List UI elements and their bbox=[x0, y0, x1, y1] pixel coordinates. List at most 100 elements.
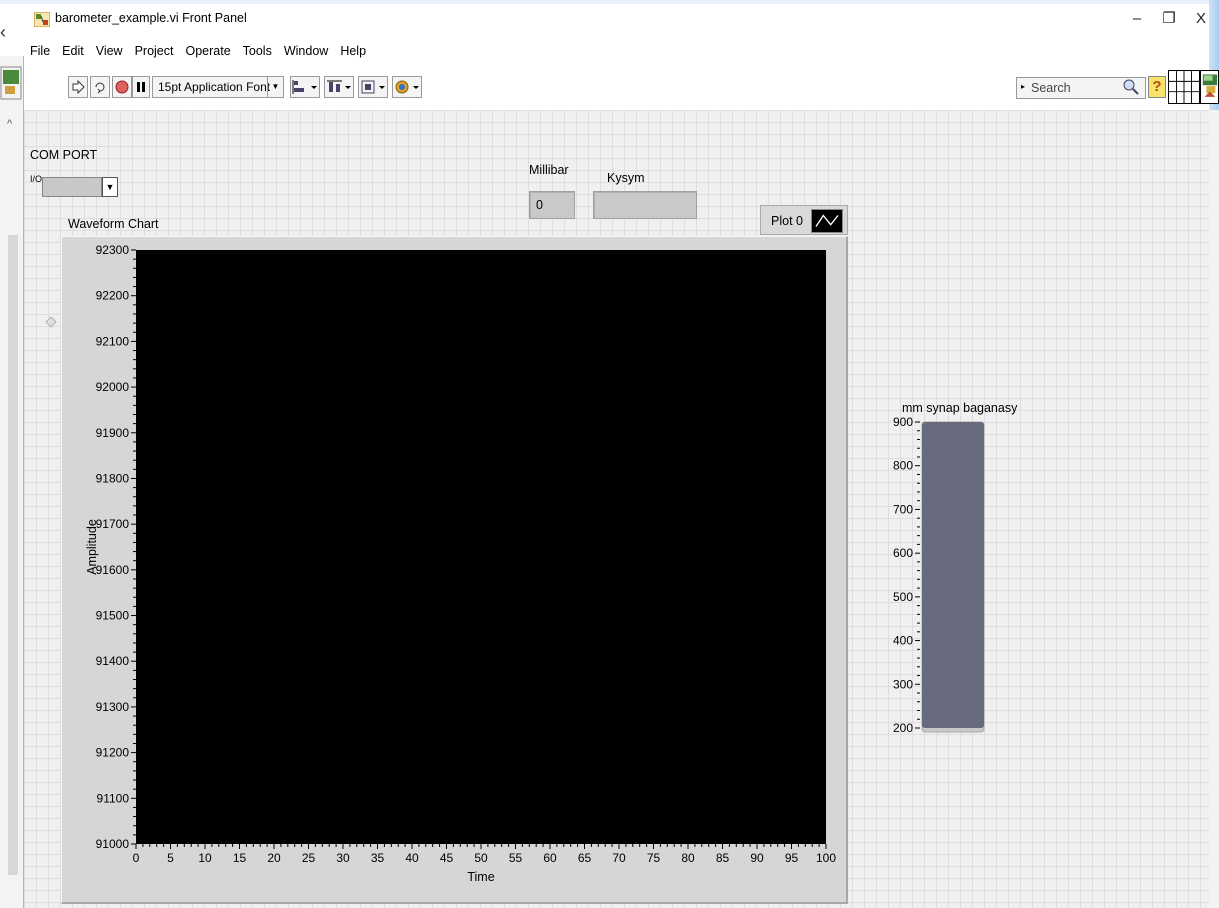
labview-app-icon bbox=[34, 12, 50, 27]
context-help-icon[interactable]: ? bbox=[1148, 76, 1166, 98]
tank-tick-label: 900 bbox=[893, 415, 913, 429]
pause-button[interactable] bbox=[132, 76, 150, 98]
chart-title: Waveform Chart bbox=[68, 217, 159, 231]
com-port-dropdown[interactable]: ▼ bbox=[102, 177, 118, 197]
millibar-indicator: 0 bbox=[529, 191, 575, 219]
y-tick-label: 92000 bbox=[96, 380, 130, 394]
x-tick-label: 55 bbox=[509, 851, 523, 865]
y-tick-label: 91600 bbox=[96, 563, 130, 577]
reorder-button[interactable] bbox=[392, 76, 422, 98]
x-tick-label: 5 bbox=[167, 851, 174, 865]
menu-bar: File Edit View Project Operate Tools Win… bbox=[24, 40, 372, 64]
font-select[interactable]: 15pt Application Font ▼ bbox=[152, 76, 284, 98]
menu-view[interactable]: View bbox=[90, 40, 129, 64]
y-tick-label: 91300 bbox=[96, 700, 130, 714]
x-tick-label: 15 bbox=[233, 851, 247, 865]
tank-tick-label: 400 bbox=[893, 634, 913, 648]
search-icon[interactable] bbox=[1122, 78, 1140, 96]
x-tick-label: 75 bbox=[647, 851, 661, 865]
labview-front-panel-window: ‹ ^ barometer_example.vi Front Panel – ❐… bbox=[0, 0, 1219, 908]
minimize-button[interactable]: – bbox=[1122, 7, 1152, 31]
reorder-icon bbox=[395, 80, 419, 94]
right-scrollbar[interactable] bbox=[1209, 110, 1219, 908]
run-button[interactable] bbox=[68, 76, 88, 98]
y-tick-label: 91700 bbox=[96, 517, 130, 531]
menu-operate[interactable]: Operate bbox=[179, 40, 236, 64]
com-port-control[interactable]: I/O ▼ bbox=[30, 175, 118, 199]
chevron-down-icon: ▼ bbox=[105, 182, 115, 192]
menu-edit[interactable]: Edit bbox=[56, 40, 90, 64]
menu-project[interactable]: Project bbox=[129, 40, 180, 64]
visa-io-icon: I/O bbox=[30, 174, 43, 184]
back-arrow-icon[interactable]: ‹ bbox=[0, 22, 14, 42]
tank-tick-label: 300 bbox=[893, 677, 913, 691]
search-placeholder: Search bbox=[1031, 81, 1071, 95]
font-select-value: 15pt Application Font bbox=[158, 80, 271, 94]
x-tick-label: 90 bbox=[750, 851, 764, 865]
run-continuously-button[interactable] bbox=[90, 76, 110, 98]
mm-synap-baganasy-tank[interactable]: 200 300 400 500 600 700 800 900 bbox=[880, 410, 1010, 740]
vi-icon[interactable] bbox=[1200, 70, 1219, 104]
x-tick-label: 30 bbox=[336, 851, 350, 865]
align-objects-icon bbox=[292, 80, 317, 94]
waveform-chart[interactable]: 91000 91100 91200 91300 91400 91500 91600 91700… bbox=[61, 236, 848, 904]
tank-tick-label: 800 bbox=[893, 459, 913, 473]
plot-line-style-icon[interactable] bbox=[811, 209, 843, 233]
x-tick-label: 95 bbox=[785, 851, 799, 865]
menu-tools[interactable]: Tools bbox=[237, 40, 278, 64]
align-objects-button[interactable] bbox=[290, 76, 320, 98]
close-button[interactable]: X bbox=[1186, 7, 1216, 31]
plot-area[interactable] bbox=[136, 250, 826, 844]
x-tick-label: 0 bbox=[133, 851, 140, 865]
x-tick-label: 65 bbox=[578, 851, 592, 865]
menu-window[interactable]: Window bbox=[278, 40, 334, 64]
menu-file[interactable]: File bbox=[24, 40, 56, 64]
y-tick-label: 92100 bbox=[96, 334, 130, 348]
abort-button[interactable] bbox=[112, 76, 132, 98]
left-scrollbar-thumb[interactable] bbox=[8, 235, 18, 875]
resize-objects-button[interactable] bbox=[358, 76, 388, 98]
pause-icon bbox=[137, 82, 145, 92]
y-tick-label: 92200 bbox=[96, 289, 130, 303]
x-tick-label: 35 bbox=[371, 851, 385, 865]
x-tick-label: 80 bbox=[681, 851, 695, 865]
connector-pane-icon[interactable] bbox=[1168, 70, 1200, 104]
x-tick-label: 20 bbox=[267, 851, 281, 865]
x-tick-label: 85 bbox=[716, 851, 730, 865]
kysym-label: Kysym bbox=[607, 171, 645, 185]
kysym-indicator bbox=[593, 191, 697, 219]
com-port-value[interactable] bbox=[42, 177, 102, 197]
restore-button[interactable]: ❐ bbox=[1154, 7, 1184, 31]
search-expand-icon: ▸ bbox=[1021, 82, 1026, 91]
tank-tick-label: 600 bbox=[893, 546, 913, 560]
scroll-up-icon[interactable]: ^ bbox=[7, 118, 12, 130]
tank-tick-label: 200 bbox=[893, 721, 913, 735]
y-tick-label: 91000 bbox=[96, 837, 130, 851]
millibar-label: Millibar bbox=[529, 163, 569, 177]
tank-tick-label: 700 bbox=[893, 502, 913, 516]
x-tick-label: 60 bbox=[543, 851, 557, 865]
y-tick-label: 91200 bbox=[96, 746, 130, 760]
y-tick-label: 91800 bbox=[96, 471, 130, 485]
abort-stop-icon bbox=[115, 80, 129, 94]
x-tick-label: 45 bbox=[440, 851, 454, 865]
window-title: barometer_example.vi Front Panel bbox=[55, 11, 247, 25]
com-port-label: COM PORT bbox=[30, 148, 98, 162]
menu-help[interactable]: Help bbox=[334, 40, 372, 64]
title-bar: barometer_example.vi Front Panel – ❐ X bbox=[24, 4, 1209, 34]
plot-legend-label: Plot 0 bbox=[771, 214, 803, 228]
x-tick-label: 70 bbox=[612, 851, 626, 865]
side-vi-icon[interactable] bbox=[0, 66, 22, 100]
x-tick-label: 10 bbox=[198, 851, 212, 865]
run-arrow-icon bbox=[72, 80, 85, 94]
y-tick-label: 91500 bbox=[96, 609, 130, 623]
distribute-objects-button[interactable] bbox=[324, 76, 354, 98]
x-tick-label: 50 bbox=[474, 851, 488, 865]
x-axis-label: Time bbox=[467, 870, 494, 884]
y-axis-label: Amplitude bbox=[85, 519, 99, 575]
y-tick-label: 91900 bbox=[96, 426, 130, 440]
chevron-down-icon: ▼ bbox=[267, 77, 283, 97]
plot-legend[interactable]: Plot 0 bbox=[760, 205, 848, 235]
x-tick-label: 25 bbox=[302, 851, 316, 865]
x-tick-label: 40 bbox=[405, 851, 419, 865]
